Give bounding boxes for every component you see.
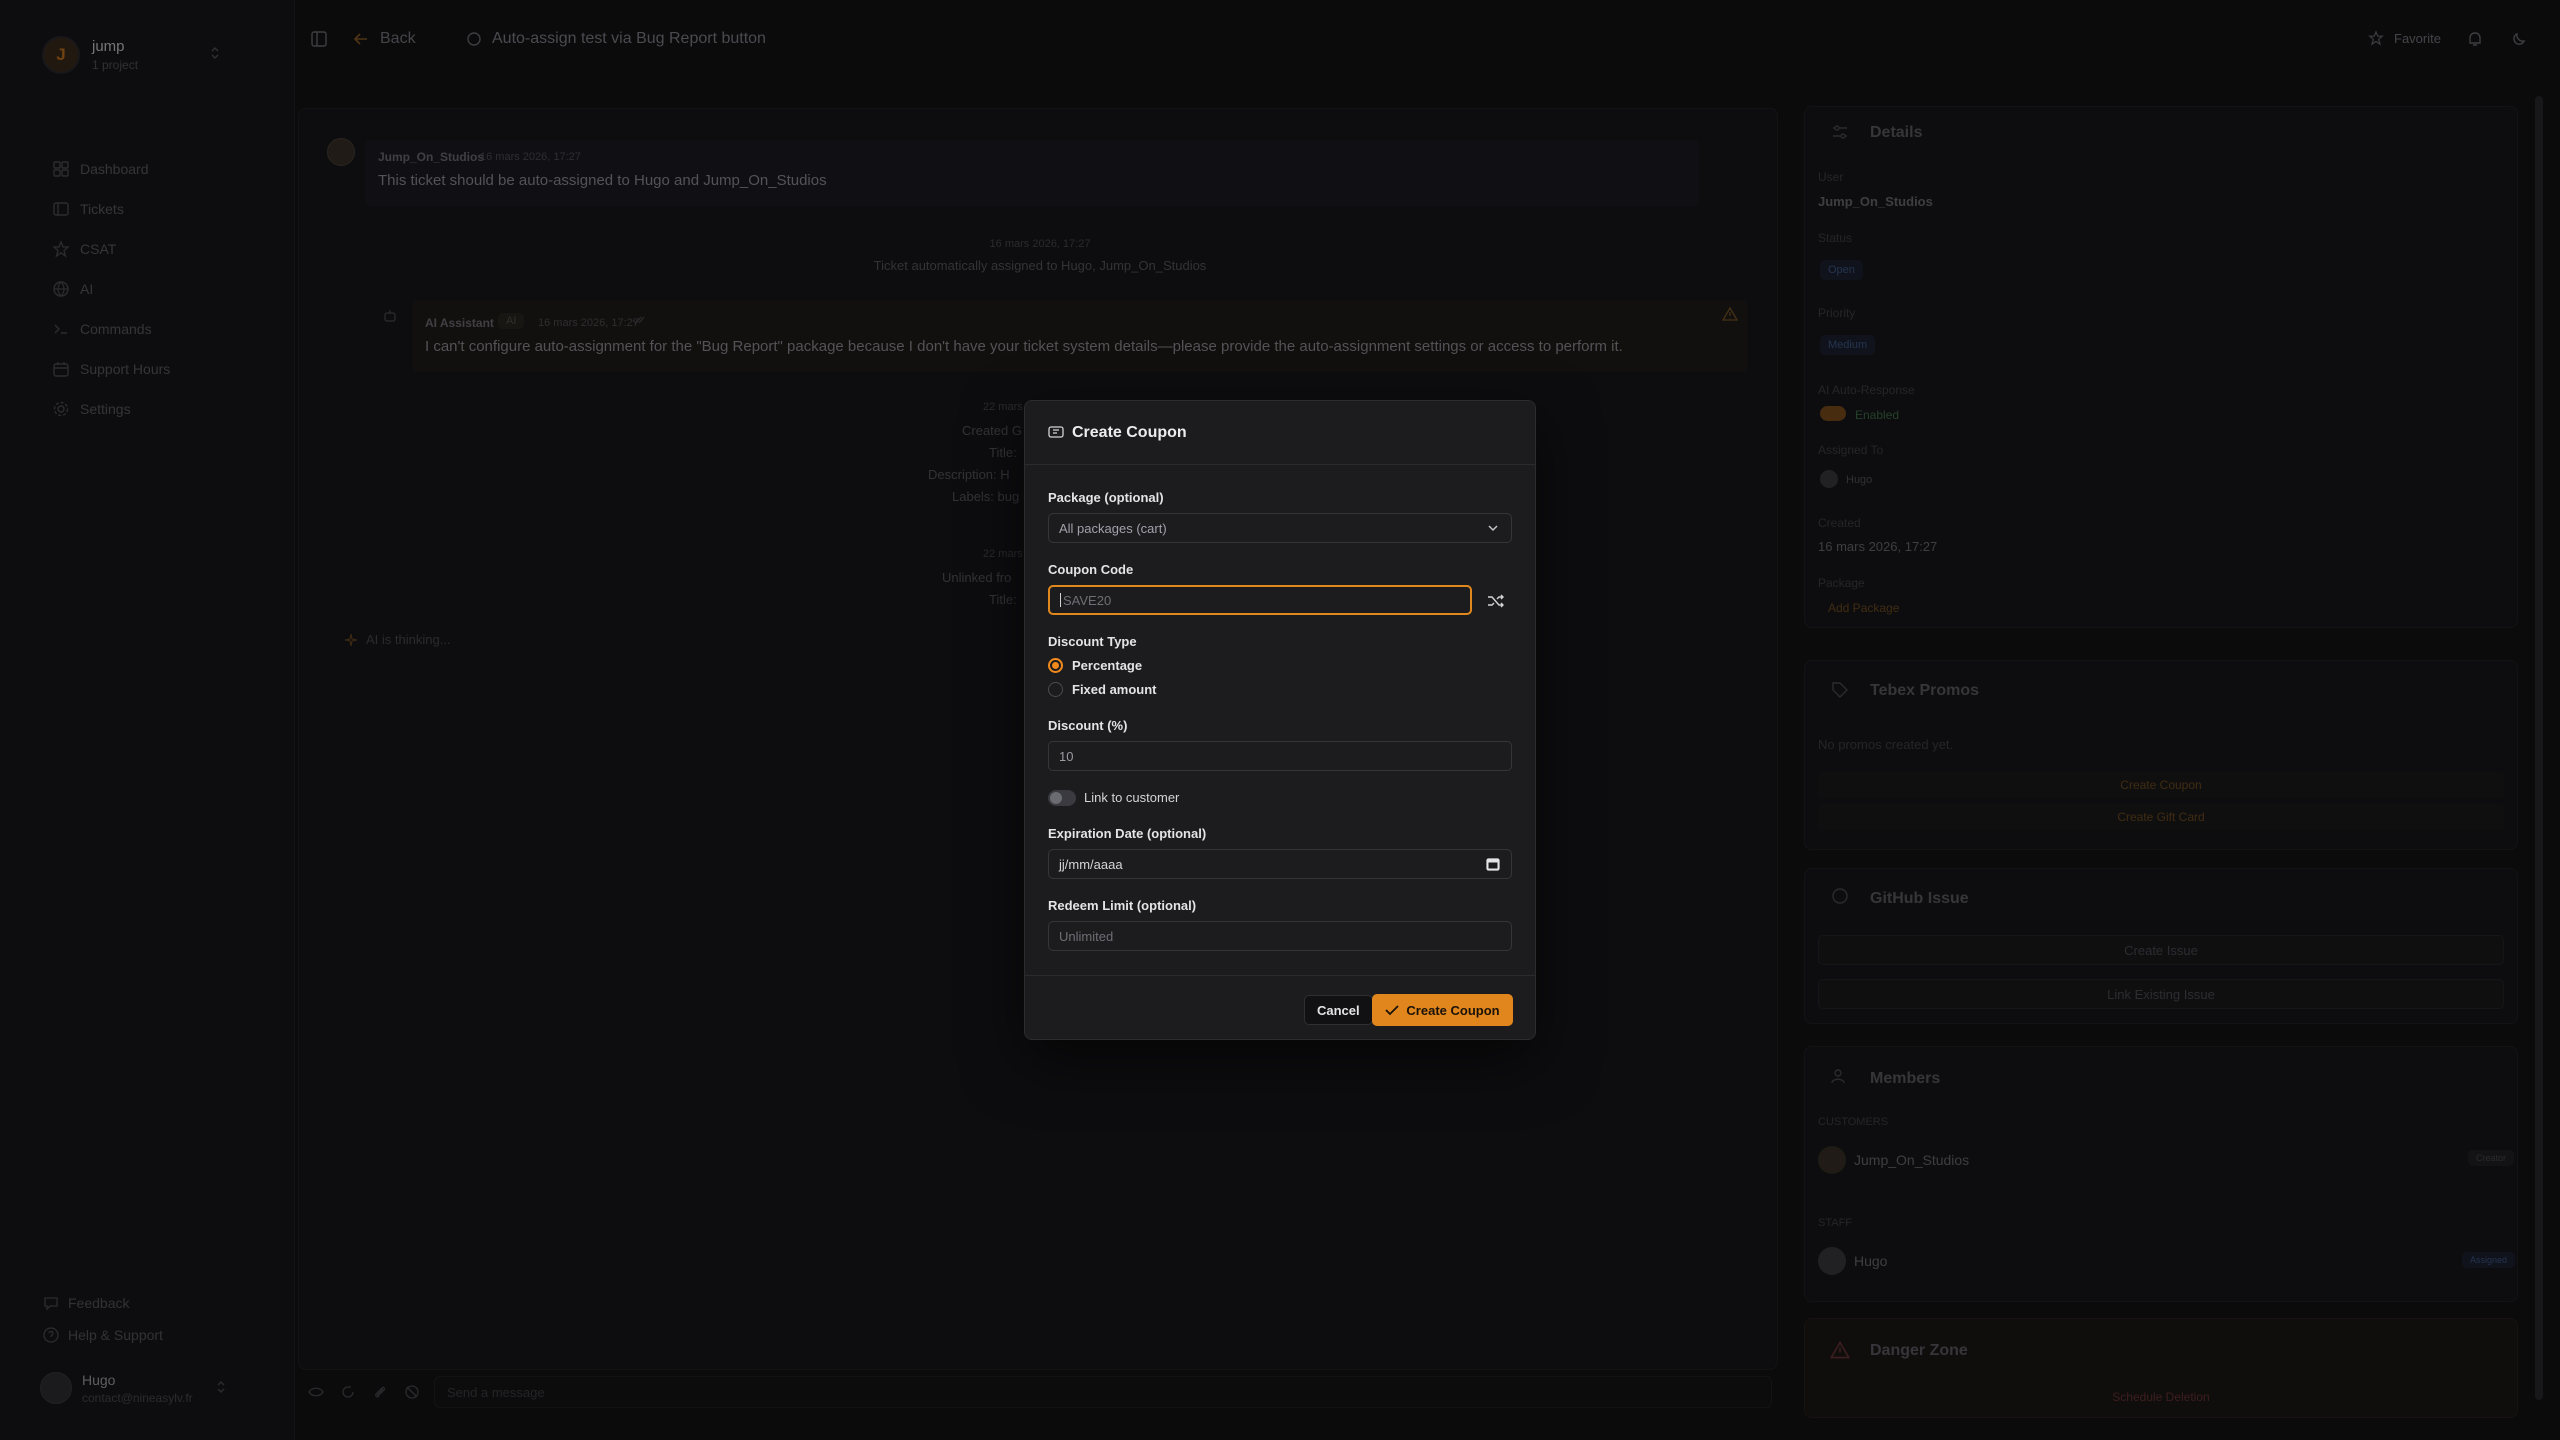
discount-label: Discount (%) bbox=[1048, 718, 1128, 733]
fixed-amount-radio[interactable] bbox=[1048, 682, 1063, 697]
expiration-date-input[interactable]: jj/mm/aaaa bbox=[1048, 849, 1512, 879]
create-coupon-button[interactable]: Create Coupon bbox=[1372, 994, 1513, 1026]
coupon-code-input[interactable]: SAVE20 bbox=[1048, 585, 1472, 615]
link-customer-label: Link to customer bbox=[1084, 790, 1180, 805]
discount-type-label: Discount Type bbox=[1048, 634, 1137, 649]
ticket-icon bbox=[1048, 425, 1064, 439]
text-cursor bbox=[1060, 593, 1061, 607]
percentage-radio[interactable] bbox=[1048, 658, 1063, 673]
cancel-button[interactable]: Cancel bbox=[1304, 995, 1373, 1025]
link-customer-toggle[interactable] bbox=[1048, 790, 1076, 806]
expiration-label: Expiration Date (optional) bbox=[1048, 826, 1207, 841]
redeem-limit-label: Redeem Limit (optional) bbox=[1048, 898, 1197, 913]
redeem-limit-input[interactable]: Unlimited bbox=[1048, 921, 1512, 951]
coupon-code-label: Coupon Code bbox=[1048, 562, 1134, 577]
shuffle-icon[interactable] bbox=[1481, 589, 1511, 613]
check-icon bbox=[1385, 1005, 1400, 1016]
package-label: Package (optional) bbox=[1048, 490, 1164, 505]
percentage-label: Percentage bbox=[1072, 658, 1143, 673]
calendar-icon[interactable] bbox=[1486, 857, 1500, 871]
modal-footer bbox=[1025, 975, 1535, 976]
create-coupon-modal: Create Coupon Package (optional) All pac… bbox=[1024, 400, 1536, 1040]
modal-title: Create Coupon bbox=[1072, 424, 1187, 441]
fixed-amount-label: Fixed amount bbox=[1072, 682, 1157, 697]
package-select[interactable]: All packages (cart) bbox=[1048, 513, 1512, 543]
modal-header: Create Coupon bbox=[1025, 401, 1535, 465]
discount-input[interactable]: 10 bbox=[1048, 741, 1512, 771]
chevron-down-icon bbox=[1488, 525, 1498, 532]
